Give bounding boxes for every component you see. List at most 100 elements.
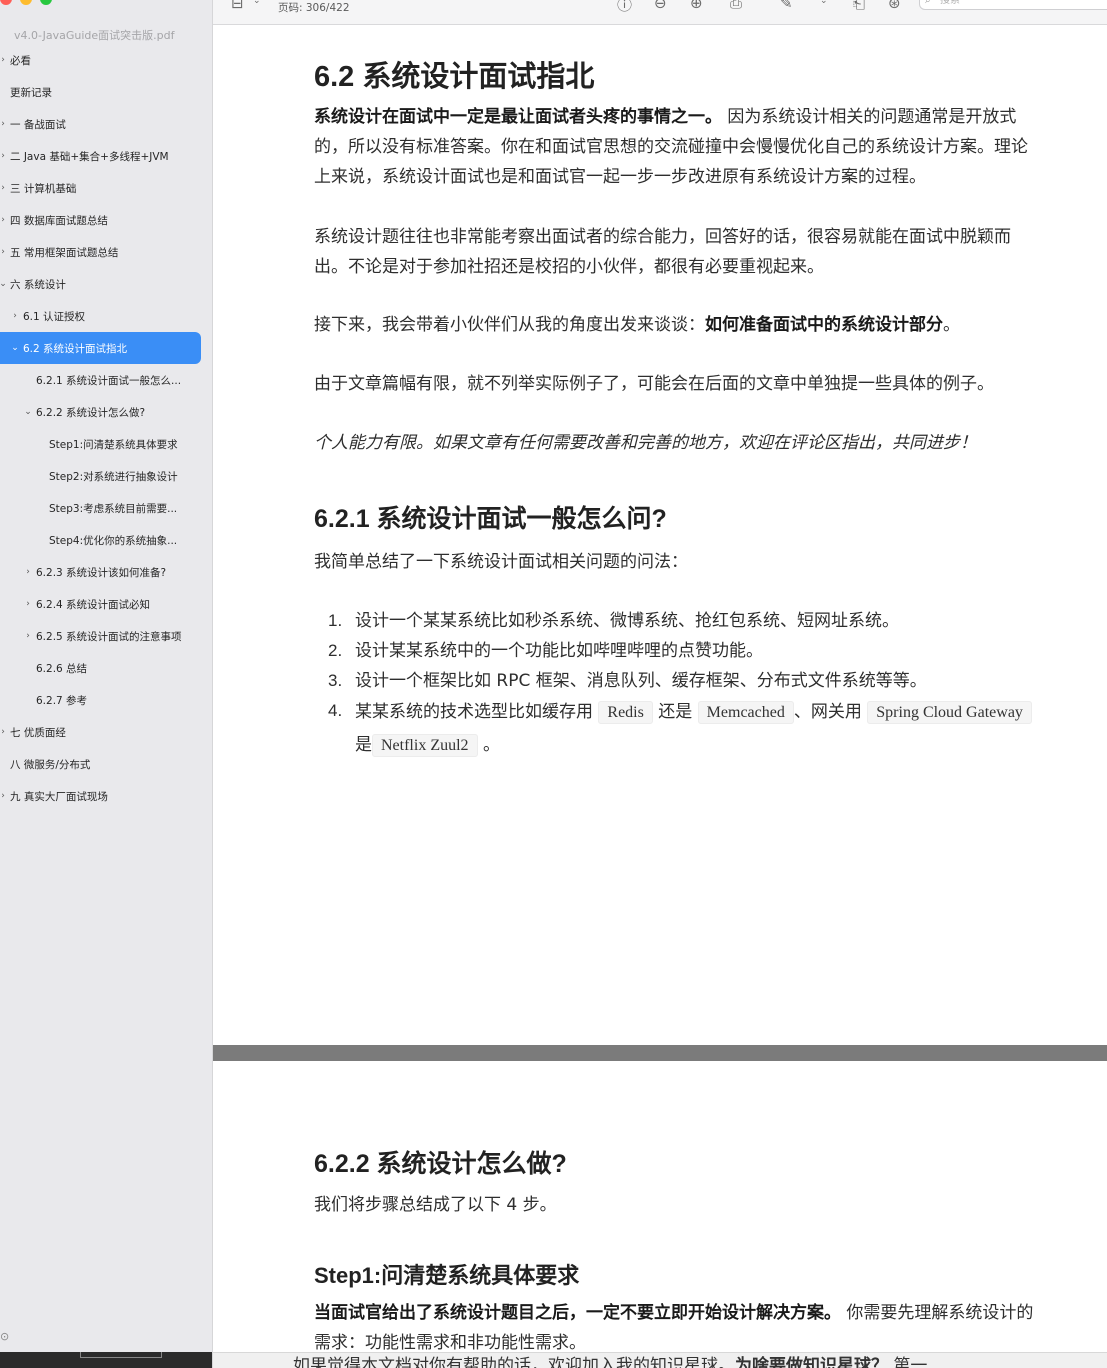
sidebar-item[interactable]: ⌄ 6.2.2 系统设计怎么做? [0,396,212,428]
sidebar-item-label: 必看 [10,54,31,67]
sidebar-item-label: 6.2.1 系统设计面试一般怎么... [36,374,182,387]
inline-code: Memcached [697,701,794,724]
chevron-right-icon[interactable]: › [0,247,8,257]
sidebar-item-label: Step2:对系统进行抽象设计 [49,470,178,483]
sidebar-item[interactable]: 6.2.7 参考 [0,684,212,716]
chevron-right-icon[interactable]: › [23,567,33,577]
info-icon[interactable]: ⓘ [617,0,632,15]
sidebar-item[interactable]: › 6.2.4 系统设计面试必知 [0,588,212,620]
document-title: v4.0-JavaGuide面试突击版.pdf [14,29,175,42]
zoom-window-button[interactable] [40,0,52,5]
minimize-window-button[interactable] [20,0,32,5]
sidebar-item[interactable]: 更新记录 [0,76,212,108]
list-item: 4. 某某系统的技术选型比如缓存用 Redis 还是 Memcached 、网关用… [314,696,1107,762]
sidebar-item-label: 6.2.4 系统设计面试必知 [36,598,151,611]
sidebar-item-label: 三 计算机基础 [10,182,77,195]
section-heading: 6.2 系统设计面试指北 [314,61,595,93]
sidebar-item[interactable]: 八 微服务/分布式 [0,748,212,780]
sidebar-item-label: Step4:优化你的系统抽象... [49,534,178,547]
chevron-right-icon[interactable]: › [0,791,8,801]
paragraph: 系统设计题往往也非常能考察出面试者的综合能力，回答好的话，很容易就能在面试中脱颖… [314,227,1011,277]
sidebar-item[interactable]: › 九 真实大厂面试现场 [0,780,212,812]
search-input[interactable]: ⌕ 搜索 [919,0,1107,10]
chevron-right-icon[interactable]: › [0,119,8,129]
sidebar-item-label: Step1:问清楚系统具体要求 [49,438,178,451]
inline-code: Redis [598,701,653,724]
sidebar-item-label: 九 真实大厂面试现场 [10,790,108,803]
sidebar-footer [0,1352,212,1368]
chevron-right-icon[interactable]: › [0,183,8,193]
pdf-page: 6.2 系统设计面试指北 系统设计在面试中一定是最让面试者头疼的事情之一。 因为… [213,25,1107,1045]
sidebar-item[interactable]: 6.2.1 系统设计面试一般怎么... [0,364,212,396]
step-heading: Step1:问清楚系统具体要求 [314,1263,580,1288]
rotate-icon[interactable]: ⎗ [853,0,865,12]
numbered-list: 1. 设计一个某某系统比如秒杀系统、微博系统、抢红包系统、短网址系统。 2. 设计某某… [314,606,1107,762]
sidebar-item[interactable]: › 6.1 认证授权 [0,300,212,332]
sidebar: v4.0-JavaGuide面试突击版.pdf › 必看 更新记录 › 一 备战面试 › 二… [0,0,213,1368]
share-icon[interactable]: ⎙ [730,0,742,12]
sidebar-item[interactable]: › 6.2.5 系统设计面试的注意事项 [0,620,212,652]
sidebar-item[interactable]: › 必看 [0,44,212,76]
close-window-button[interactable] [0,0,12,5]
sidebar-item[interactable]: › 6.2.3 系统设计该如何准备? [0,556,212,588]
sidebar-item-label: 6.2.6 总结 [36,662,88,675]
paragraph: 由于文章篇幅有限，就不列举实际例子了，可能会在后面的文章中单独提一些具体的例子。 [314,374,994,394]
sidebar-item[interactable]: ⌄ 6.2 系统设计面试指北 [0,332,212,364]
sidebar-item[interactable]: 6.2.6 总结 [0,652,212,684]
sidebar-item[interactable]: Step3:考虑系统目前需要... [0,492,212,524]
chevron-right-icon[interactable]: › [0,55,8,65]
paragraph: 我简单总结了一下系统设计面试相关问题的问法： [314,552,688,572]
sidebar-toggle-icon[interactable]: ⊟ [231,0,244,12]
chevron-down-icon[interactable]: ⌄ [820,0,828,6]
chevron-down-icon[interactable]: ⌄ [23,407,33,417]
zoom-in-icon[interactable]: ⊕ [690,0,703,12]
chevron-down-icon[interactable]: ⌄ [0,279,8,289]
sidebar-item[interactable]: › 七 优质面经 [0,716,212,748]
paragraph: 当面试官给出了系统设计题目之后，一定不要立即开始设计解决方案。 你需要先理解系统… [314,1303,1034,1353]
paragraph: 我们将步骤总结成了以下 4 步。 [314,1195,557,1215]
paragraph: 系统设计在面试中一定是最让面试者头疼的事情之一。 因为系统设计相关的问题通常是开… [314,107,1028,187]
sidebar-item-label: 更新记录 [10,86,52,99]
inline-code: Spring Cloud Gateway [867,701,1032,724]
accessibility-icon[interactable]: ⊛ [888,0,901,12]
list-item: 1. 设计一个某某系统比如秒杀系统、微博系统、抢红包系统、短网址系统。 [328,611,899,631]
chevron-right-icon[interactable]: › [23,599,33,609]
paragraph-italic: 个人能力有限。如果文章有任何需要改善和完善的地方，欢迎在评论区指出，共同进步！ [314,433,977,453]
document-view[interactable]: 6.2 系统设计面试指北 系统设计在面试中一定是最让面试者头疼的事情之一。 因为… [213,25,1107,1368]
markup-icon[interactable]: ✎ [780,0,793,12]
toolbar: ⊟ ⌄ 页码: 306/422 ⓘ ⊖ ⊕ ⎙ ✎ ⌄ ⎗ ⊛ ⌕ 搜索 [213,0,1107,25]
sidebar-item[interactable]: Step4:优化你的系统抽象... [0,524,212,556]
chevron-right-icon[interactable]: › [0,151,8,161]
sidebar-options-icon[interactable]: ⊙ [0,1330,9,1343]
sidebar-item[interactable]: ⌄六 系统设计 [0,268,212,300]
sidebar-item-label: 二 Java 基础+集合+多线程+JVM [10,150,169,163]
inline-code: Netflix Zuul2 [372,734,478,757]
sidebar-item-label: 八 微服务/分布式 [10,758,91,771]
pdf-page: 6.2.2 系统设计怎么做? 我们将步骤总结成了以下 4 步。 Step1:问清… [213,1061,1107,1368]
sidebar-item-label: 6.2 系统设计面试指北 [23,342,128,355]
chevron-right-icon[interactable]: › [0,727,8,737]
chevron-right-icon[interactable]: › [23,631,33,641]
sidebar-item-label: 6.2.7 参考 [36,694,88,707]
sidebar-item-label: 七 优质面经 [10,726,66,739]
sidebar-item-label: 6.1 认证授权 [23,310,86,323]
sidebar-item[interactable]: › 四 数据库面试题总结 [0,204,212,236]
chevron-right-icon[interactable]: › [10,311,20,321]
zoom-out-icon[interactable]: ⊖ [654,0,667,12]
sidebar-item[interactable]: › 五 常用框架面试题总结 [0,236,212,268]
sidebar-item[interactable]: › 一 备战面试 [0,108,212,140]
sidebar-item-label: 6.2.2 系统设计怎么做? [36,406,146,419]
list-item: 2. 设计某某系统中的一个功能比如哔哩哔哩的点赞功能。 [328,641,763,661]
sidebar-item[interactable]: › 三 计算机基础 [0,172,212,204]
sidebar-item[interactable]: Step2:对系统进行抽象设计 [0,460,212,492]
window-controls [0,0,52,5]
page-counter: 页码: 306/422 [278,2,350,14]
sidebar-item-label: 四 数据库面试题总结 [10,214,108,227]
chevron-down-icon[interactable]: ⌄ [10,343,20,353]
sidebar-item[interactable]: Step1:问清楚系统具体要求 [0,428,212,460]
chevron-down-icon[interactable]: ⌄ [253,0,261,6]
sidebar-item-label: 一 备战面试 [10,118,66,131]
sidebar-item[interactable]: › 二 Java 基础+集合+多线程+JVM [0,140,212,172]
chevron-right-icon[interactable]: › [0,215,8,225]
sidebar-item-label: Step3:考虑系统目前需要... [49,502,178,515]
